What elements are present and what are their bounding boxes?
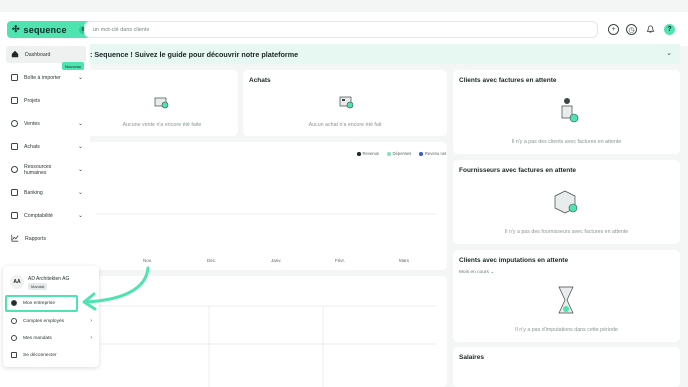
clients-pending-empty: Il n'y a pas des clients avec factures e… bbox=[511, 139, 622, 145]
chevron-down-icon: ⌄ bbox=[77, 167, 83, 173]
chart-icon bbox=[11, 234, 19, 244]
annotation-arrow-icon bbox=[82, 266, 150, 311]
sidebar-item-label: Boîte à importer bbox=[24, 74, 61, 81]
company-name: AD Architekten AG bbox=[28, 276, 70, 282]
ventes-card: Aucune vente n'a encore été faite bbox=[86, 70, 238, 136]
month-label: Janv. bbox=[271, 258, 282, 263]
clients-pending-card: Clients avec factures en attente Il n'y … bbox=[453, 70, 680, 154]
search-bar[interactable] bbox=[84, 21, 598, 38]
help-icon[interactable]: ? bbox=[664, 24, 675, 35]
sidebar-item-rh[interactable]: Ressources humaines ⌄ bbox=[6, 161, 86, 178]
bell-icon[interactable] bbox=[645, 24, 656, 35]
chevron-right-icon: › bbox=[90, 318, 92, 324]
sidebar-item-label: Comptabilité bbox=[24, 212, 53, 219]
chevron-right-icon: › bbox=[90, 335, 92, 341]
briefcase-icon bbox=[11, 335, 17, 341]
imputations-title: Clients avec imputations en attente bbox=[459, 257, 569, 264]
sidebar-item-label: Projets bbox=[24, 97, 41, 104]
clients-pending-title: Clients avec factures en attente bbox=[459, 77, 557, 84]
menu-item-comptes-employes[interactable]: Comptes employés › bbox=[8, 314, 96, 328]
sidebar-item-label: Ressources humaines bbox=[24, 163, 52, 176]
month-label: Févr. bbox=[335, 258, 346, 263]
achats-empty-text: Aucun achat n'a encore été fait bbox=[308, 122, 382, 128]
sidebar-item-dashboard[interactable]: Dashboard bbox=[6, 46, 86, 63]
imputations-card: Clients avec imputations en attente Mois… bbox=[453, 250, 680, 342]
salaires-title: Salaires bbox=[459, 354, 484, 361]
month-label: Mars bbox=[399, 258, 409, 263]
banner-text: : Sequence ! Suivez le guide pour découv… bbox=[90, 49, 299, 59]
chart-plot-area bbox=[96, 213, 436, 215]
finance-chart-card: Revenus Dépenses Revenu net Nov. Déc. Ja… bbox=[86, 142, 447, 270]
highlight-box bbox=[5, 295, 78, 312]
sales-illustration-icon bbox=[154, 97, 169, 109]
period-filter[interactable]: Mois en cours ⌄ bbox=[459, 270, 494, 275]
sidebar-item-rapports[interactable]: Rapports bbox=[6, 230, 86, 247]
people-icon bbox=[11, 166, 18, 173]
sidebar-item-achats[interactable]: Achats ⌄ bbox=[6, 138, 86, 155]
bank-icon bbox=[11, 189, 18, 196]
check-square-icon bbox=[11, 97, 18, 104]
suppliers-pending-title: Fournisseurs avec factures en attente bbox=[459, 167, 577, 174]
clock-icon[interactable]: ◷ bbox=[626, 24, 637, 35]
sidebar-item-banking[interactable]: Banking ⌄ bbox=[6, 184, 86, 201]
chevron-down-icon[interactable]: ⌄ bbox=[666, 49, 672, 57]
imputations-empty: Il n'y a pas d'imputations dans cette pé… bbox=[515, 327, 618, 333]
home-icon bbox=[11, 50, 19, 60]
achats-card: Achats Aucun achat n'a encore été fait bbox=[243, 70, 447, 136]
supplier-invoice-illustration-icon bbox=[554, 190, 578, 214]
tag-icon bbox=[11, 120, 18, 127]
menu-item-mes-mandats[interactable]: Mes mandats › bbox=[8, 331, 96, 345]
hourglass-icon bbox=[558, 286, 574, 314]
sidebar-item-projets[interactable]: Projets bbox=[6, 92, 86, 109]
sidebar-item-ventes[interactable]: Ventes ⌄ bbox=[6, 115, 86, 132]
sidebar-item-label: Ventes bbox=[24, 120, 40, 127]
sidebar-item-label: Dashboard bbox=[25, 51, 51, 58]
chevron-down-icon: ⌄ bbox=[77, 190, 83, 196]
sidebar-item-label: Rapports bbox=[25, 235, 47, 242]
ventes-empty-text: Aucune vente n'a encore été faite bbox=[122, 122, 202, 128]
chevron-down-icon: ⌄ bbox=[77, 121, 83, 127]
chevron-down-icon: ⌄ bbox=[77, 144, 83, 150]
sidebar-item-comptabilite[interactable]: Comptabilité ⌄ bbox=[6, 207, 86, 224]
suppliers-pending-card: Fournisseurs avec factures en attente Il… bbox=[453, 160, 680, 244]
menu-item-deconnecter[interactable]: Se déconnecter bbox=[8, 348, 96, 362]
search-input[interactable] bbox=[93, 26, 597, 33]
menu-item-label: Comptes employés bbox=[23, 318, 65, 324]
inbox-icon bbox=[11, 74, 18, 81]
bag-icon bbox=[11, 143, 18, 150]
sidebar-item-label: Achats bbox=[24, 143, 40, 150]
month-label: Déc. bbox=[207, 258, 217, 263]
client-invoice-illustration-icon bbox=[561, 98, 579, 123]
plus-circle-icon[interactable]: + bbox=[608, 24, 619, 35]
avatar: AA bbox=[10, 275, 24, 289]
sidebar-item-label: Banking bbox=[24, 189, 43, 196]
role-badge: Mandat bbox=[28, 283, 48, 290]
sequence-logo-icon: ✣ bbox=[12, 24, 20, 34]
purchase-illustration-icon bbox=[339, 96, 354, 109]
logo-text: sequence bbox=[23, 24, 67, 35]
chevron-down-icon: ⌄ bbox=[77, 213, 83, 219]
onboarding-banner[interactable]: : Sequence ! Suivez le guide pour découv… bbox=[90, 44, 680, 64]
menu-item-label: Se déconnecter bbox=[23, 352, 57, 358]
logout-icon bbox=[11, 352, 17, 358]
new-badge: Nouveau bbox=[62, 62, 85, 70]
salaires-card: Salaires bbox=[453, 347, 680, 387]
app-logo[interactable]: ✣ sequence 8 bbox=[7, 21, 91, 38]
suppliers-pending-empty: Il n'y a pas des fournisseurs avec factu… bbox=[504, 229, 629, 235]
menu-item-label: Mes mandats bbox=[23, 335, 52, 341]
chevron-down-icon: ⌄ bbox=[490, 270, 495, 275]
achats-title: Achats bbox=[249, 77, 271, 84]
ledger-icon bbox=[11, 212, 18, 219]
users-icon bbox=[11, 318, 17, 324]
chevron-down-icon: ⌄ bbox=[77, 75, 83, 81]
sidebar-item-import[interactable]: Boîte à importer ⌄ bbox=[6, 69, 86, 86]
